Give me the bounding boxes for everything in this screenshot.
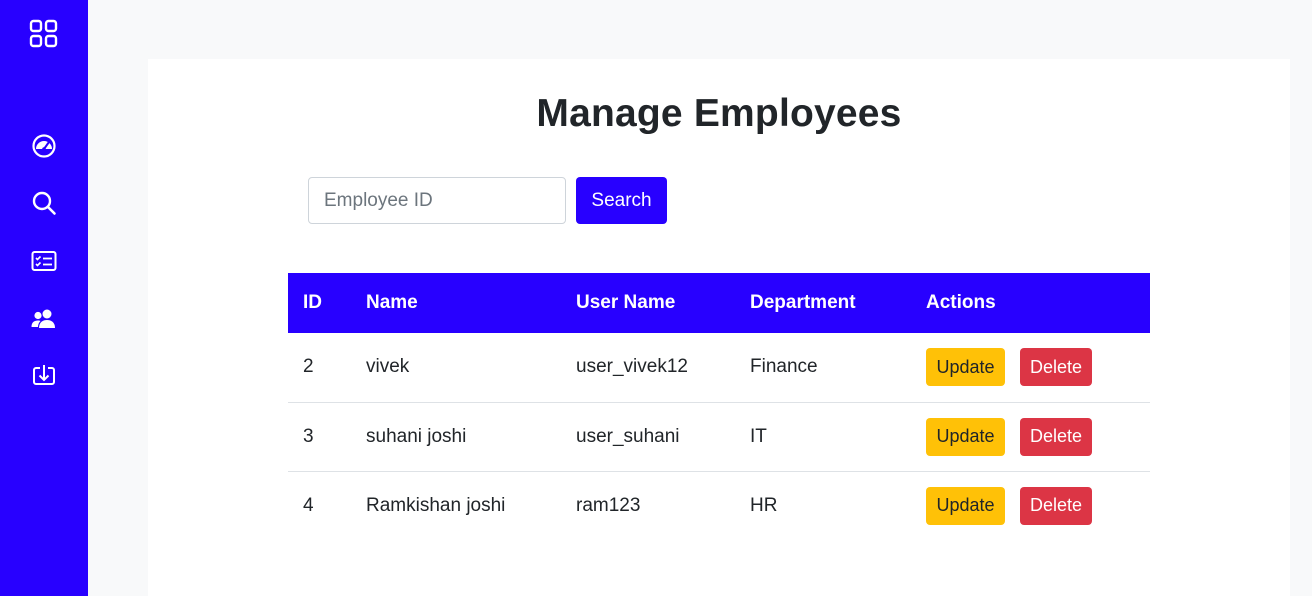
- delete-button[interactable]: Delete: [1020, 417, 1092, 456]
- id-card-checklist-icon[interactable]: [29, 246, 59, 276]
- cell-actions: Update Delete: [911, 333, 1150, 402]
- update-button[interactable]: Update: [926, 348, 1005, 387]
- delete-button[interactable]: Delete: [1020, 486, 1092, 525]
- delete-button[interactable]: Delete: [1020, 348, 1092, 387]
- table-row: 2 vivek user_vivek12 Finance Update Delet…: [288, 333, 1150, 402]
- employees-table: ID Name User Name Department Actions 2 v…: [288, 273, 1150, 540]
- header-username: User Name: [576, 292, 676, 313]
- cell-department: IT: [750, 425, 767, 447]
- table-header-row: ID Name User Name Department Actions: [288, 273, 1150, 333]
- cell-department: HR: [750, 494, 778, 516]
- download-icon[interactable]: [29, 361, 59, 391]
- update-button[interactable]: Update: [926, 486, 1005, 525]
- header-department: Department: [750, 292, 856, 313]
- update-button[interactable]: Update: [926, 417, 1005, 456]
- table-row: 3 suhani joshi user_suhani IT Update Dele…: [288, 402, 1150, 471]
- cell-actions: Update Delete: [911, 471, 1150, 540]
- cell-name: vivek: [366, 356, 410, 378]
- search-button[interactable]: Search: [576, 177, 667, 224]
- search-icon[interactable]: [29, 188, 59, 218]
- header-actions: Actions: [926, 292, 996, 313]
- sidebar: [0, 0, 88, 596]
- cell-id: 4: [303, 494, 314, 516]
- cell-id: 3: [303, 425, 314, 447]
- cell-username: user_vivek12: [576, 356, 688, 378]
- people-icon[interactable]: [29, 304, 59, 334]
- table-row: 4 Ramkishan joshi ram123 HR Update Delete: [288, 471, 1150, 540]
- cell-id: 2: [303, 356, 314, 378]
- header-name: Name: [366, 292, 418, 313]
- cell-name: suhani joshi: [366, 425, 467, 447]
- employee-id-input[interactable]: [308, 177, 566, 224]
- page-title: Manage Employees: [536, 92, 902, 135]
- cell-name: Ramkishan joshi: [366, 494, 506, 516]
- cell-department: Finance: [750, 356, 818, 378]
- cell-username: user_suhani: [576, 425, 680, 447]
- cell-actions: Update Delete: [911, 402, 1150, 471]
- header-id: ID: [303, 292, 322, 313]
- dashboard-gauge-icon[interactable]: [29, 131, 59, 161]
- grid-icon[interactable]: [29, 19, 59, 49]
- cell-username: ram123: [576, 494, 641, 516]
